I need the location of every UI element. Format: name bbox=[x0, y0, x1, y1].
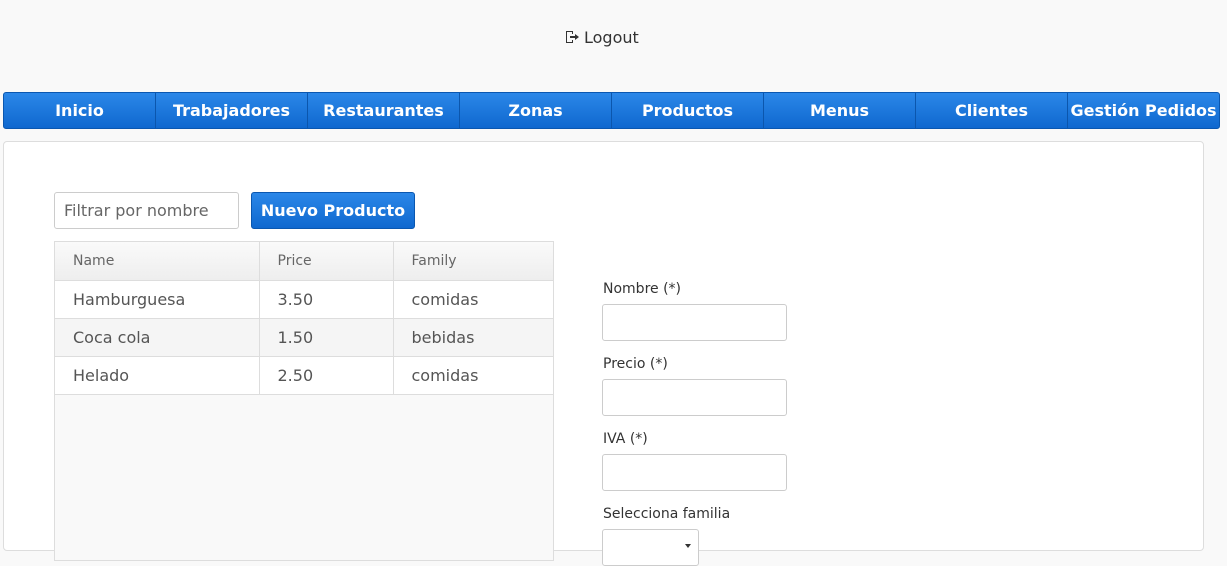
iva-input[interactable] bbox=[602, 454, 787, 491]
precio-input[interactable] bbox=[602, 379, 787, 416]
nav-item-productos[interactable]: Productos bbox=[612, 93, 764, 128]
nav-item-restaurantes[interactable]: Restaurantes bbox=[308, 93, 460, 128]
logout-link[interactable]: Logout bbox=[564, 26, 639, 48]
products-table: Name Price Family Hamburguesa 3.50 comid… bbox=[55, 242, 553, 395]
nav-item-inicio[interactable]: Inicio bbox=[4, 93, 156, 128]
cell-family: comidas bbox=[392, 355, 553, 395]
nombre-input[interactable] bbox=[602, 304, 787, 341]
table-row[interactable]: Helado 2.50 comidas bbox=[55, 355, 553, 395]
column-header-name[interactable]: Name bbox=[55, 242, 260, 281]
table-row[interactable]: Hamburguesa 3.50 comidas bbox=[55, 279, 553, 319]
nav-item-menus[interactable]: Menus bbox=[764, 93, 916, 128]
cell-name: Coca cola bbox=[55, 317, 260, 357]
cell-name: Hamburguesa bbox=[55, 279, 260, 319]
main-nav: Inicio Trabajadores Restaurantes Zonas P… bbox=[3, 92, 1220, 129]
product-form: Nombre (*) Precio (*) IVA (*) Selecciona… bbox=[602, 280, 802, 566]
top-bar: Logout bbox=[0, 0, 1227, 92]
cell-family: bebidas bbox=[392, 317, 553, 357]
table-row[interactable]: Coca cola 1.50 bebidas bbox=[55, 317, 553, 357]
caret-down-icon bbox=[685, 544, 691, 548]
precio-label: Precio (*) bbox=[603, 356, 668, 372]
column-header-price[interactable]: Price bbox=[258, 242, 394, 281]
nombre-label: Nombre (*) bbox=[603, 281, 681, 297]
products-table-container: Name Price Family Hamburguesa 3.50 comid… bbox=[54, 241, 554, 561]
content-panel: Nuevo Producto Name Price Family Hamburg… bbox=[3, 141, 1204, 566]
logout-label: Logout bbox=[584, 27, 639, 47]
nav-item-zonas[interactable]: Zonas bbox=[460, 93, 612, 128]
column-header-family[interactable]: Family bbox=[392, 242, 553, 281]
filter-name-input[interactable] bbox=[54, 192, 239, 229]
familia-label: Selecciona familia bbox=[603, 506, 731, 522]
table-header-row: Name Price Family bbox=[55, 242, 553, 281]
cell-price: 1.50 bbox=[258, 317, 394, 357]
cell-price: 2.50 bbox=[258, 355, 394, 395]
new-product-button[interactable]: Nuevo Producto bbox=[251, 192, 415, 229]
nav-item-trabajadores[interactable]: Trabajadores bbox=[156, 93, 308, 128]
cell-family: comidas bbox=[392, 279, 553, 319]
cell-price: 3.50 bbox=[258, 279, 394, 319]
nav-item-gestion-pedidos[interactable]: Gestión Pedidos bbox=[1068, 93, 1219, 128]
iva-label: IVA (*) bbox=[603, 431, 648, 447]
logout-icon bbox=[566, 31, 579, 43]
nav-item-clientes[interactable]: Clientes bbox=[916, 93, 1068, 128]
familia-select[interactable] bbox=[602, 529, 699, 566]
cell-name: Helado bbox=[55, 355, 260, 395]
